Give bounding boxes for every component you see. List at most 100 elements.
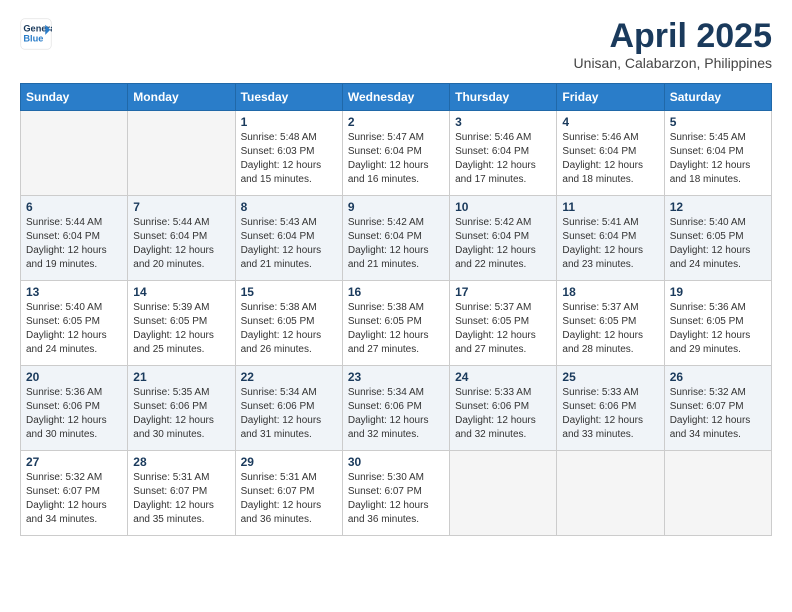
table-row: 27 Sunrise: 5:32 AMSunset: 6:07 PMDayligh… <box>21 451 128 536</box>
day-info: Sunrise: 5:32 AMSunset: 6:07 PMDaylight:… <box>670 386 766 442</box>
day-info: Sunrise: 5:42 AMSunset: 6:04 PMDaylight:… <box>455 216 551 272</box>
table-row: 26 Sunrise: 5:32 AMSunset: 6:07 PMDayligh… <box>664 366 771 451</box>
day-number: 28 <box>133 455 229 469</box>
day-number: 23 <box>348 370 444 384</box>
day-number: 10 <box>455 200 551 214</box>
table-row: 7Sunrise: 5:44 AMSunset: 6:04 PMDaylight… <box>128 196 235 281</box>
col-wednesday: Wednesday <box>342 84 449 111</box>
table-row: 30 Sunrise: 5:30 AMSunset: 6:07 PMDayligh… <box>342 451 449 536</box>
day-info: Sunrise: 5:42 AMSunset: 6:04 PMDaylight:… <box>348 216 444 272</box>
day-info: Sunrise: 5:34 AMSunset: 6:06 PMDaylight:… <box>348 386 444 442</box>
title-block: April 2025 Unisan, Calabarzon, Philippin… <box>574 18 772 71</box>
day-info: Sunrise: 5:30 AMSunset: 6:07 PMDaylight:… <box>348 471 444 527</box>
location-subtitle: Unisan, Calabarzon, Philippines <box>574 55 772 71</box>
table-row: 6 Sunrise: 5:44 AMSunset: 6:04 PMDaylight… <box>21 196 128 281</box>
table-row: 12 Sunrise: 5:40 AMSunset: 6:05 PMDayligh… <box>664 196 771 281</box>
day-number: 30 <box>348 455 444 469</box>
day-number: 26 <box>670 370 766 384</box>
table-row: 10 Sunrise: 5:42 AMSunset: 6:04 PMDayligh… <box>450 196 557 281</box>
calendar-week-row: 1 Sunrise: 5:48 AMSunset: 6:03 PMDaylight… <box>21 111 772 196</box>
day-info: Sunrise: 5:45 AMSunset: 6:04 PMDaylight:… <box>670 131 766 187</box>
day-info: Sunrise: 5:32 AMSunset: 6:07 PMDaylight:… <box>26 471 122 527</box>
day-info: Sunrise: 5:36 AMSunset: 6:06 PMDaylight:… <box>26 386 122 442</box>
table-row: 28Sunrise: 5:31 AMSunset: 6:07 PMDayligh… <box>128 451 235 536</box>
table-row: 21 Sunrise: 5:35 AMSunset: 6:06 PMDayligh… <box>128 366 235 451</box>
svg-text:Blue: Blue <box>23 34 43 44</box>
month-title: April 2025 <box>574 18 772 55</box>
table-row: 17Sunrise: 5:37 AMSunset: 6:05 PMDayligh… <box>450 281 557 366</box>
day-info: Sunrise: 5:48 AMSunset: 6:03 PMDaylight:… <box>241 131 337 187</box>
day-info: Sunrise: 5:44 AMSunset: 6:04 PMDaylight:… <box>26 216 122 272</box>
table-row: 3Sunrise: 5:46 AMSunset: 6:04 PMDaylight… <box>450 111 557 196</box>
page-header: General Blue April 2025 Unisan, Calabarz… <box>20 18 772 71</box>
table-row: 16 Sunrise: 5:38 AMSunset: 6:05 PMDayligh… <box>342 281 449 366</box>
day-number: 12 <box>670 200 766 214</box>
day-number: 14 <box>133 285 229 299</box>
table-row <box>557 451 664 536</box>
day-number: 25 <box>562 370 658 384</box>
day-number: 16 <box>348 285 444 299</box>
day-number: 13 <box>26 285 122 299</box>
day-number: 19 <box>670 285 766 299</box>
day-number: 15 <box>241 285 337 299</box>
day-info: Sunrise: 5:46 AMSunset: 6:04 PMDaylight:… <box>455 131 551 187</box>
day-number: 20 <box>26 370 122 384</box>
col-sunday: Sunday <box>21 84 128 111</box>
table-row: 11 Sunrise: 5:41 AMSunset: 6:04 PMDayligh… <box>557 196 664 281</box>
col-thursday: Thursday <box>450 84 557 111</box>
day-info: Sunrise: 5:39 AMSunset: 6:05 PMDaylight:… <box>133 301 229 357</box>
table-row: 2 Sunrise: 5:47 AMSunset: 6:04 PMDaylight… <box>342 111 449 196</box>
day-number: 1 <box>241 115 337 129</box>
day-number: 22 <box>241 370 337 384</box>
col-saturday: Saturday <box>664 84 771 111</box>
table-row: 5Sunrise: 5:45 AMSunset: 6:04 PMDaylight… <box>664 111 771 196</box>
calendar-week-row: 6 Sunrise: 5:44 AMSunset: 6:04 PMDaylight… <box>21 196 772 281</box>
table-row: 23 Sunrise: 5:34 AMSunset: 6:06 PMDayligh… <box>342 366 449 451</box>
table-row: 4 Sunrise: 5:46 AMSunset: 6:04 PMDaylight… <box>557 111 664 196</box>
day-info: Sunrise: 5:47 AMSunset: 6:04 PMDaylight:… <box>348 131 444 187</box>
day-info: Sunrise: 5:38 AMSunset: 6:05 PMDaylight:… <box>241 301 337 357</box>
table-row: 1 Sunrise: 5:48 AMSunset: 6:03 PMDaylight… <box>235 111 342 196</box>
logo-icon: General Blue <box>20 18 52 50</box>
day-info: Sunrise: 5:33 AMSunset: 6:06 PMDaylight:… <box>562 386 658 442</box>
day-info: Sunrise: 5:33 AMSunset: 6:06 PMDaylight:… <box>455 386 551 442</box>
day-number: 11 <box>562 200 658 214</box>
table-row: 20 Sunrise: 5:36 AMSunset: 6:06 PMDayligh… <box>21 366 128 451</box>
calendar-week-row: 13 Sunrise: 5:40 AMSunset: 6:05 PMDayligh… <box>21 281 772 366</box>
calendar-header-row: Sunday Monday Tuesday Wednesday Thursday… <box>21 84 772 111</box>
calendar-week-row: 20 Sunrise: 5:36 AMSunset: 6:06 PMDayligh… <box>21 366 772 451</box>
day-number: 18 <box>562 285 658 299</box>
table-row: 24 Sunrise: 5:33 AMSunset: 6:06 PMDayligh… <box>450 366 557 451</box>
table-row <box>128 111 235 196</box>
logo: General Blue <box>20 18 52 50</box>
table-row: 13 Sunrise: 5:40 AMSunset: 6:05 PMDayligh… <box>21 281 128 366</box>
day-number: 24 <box>455 370 551 384</box>
calendar-week-row: 27 Sunrise: 5:32 AMSunset: 6:07 PMDayligh… <box>21 451 772 536</box>
table-row <box>450 451 557 536</box>
day-number: 17 <box>455 285 551 299</box>
day-number: 21 <box>133 370 229 384</box>
day-number: 6 <box>26 200 122 214</box>
day-info: Sunrise: 5:41 AMSunset: 6:04 PMDaylight:… <box>562 216 658 272</box>
day-info: Sunrise: 5:40 AMSunset: 6:05 PMDaylight:… <box>670 216 766 272</box>
table-row: 8Sunrise: 5:43 AMSunset: 6:04 PMDaylight… <box>235 196 342 281</box>
day-info: Sunrise: 5:35 AMSunset: 6:06 PMDaylight:… <box>133 386 229 442</box>
table-row: 18Sunrise: 5:37 AMSunset: 6:05 PMDayligh… <box>557 281 664 366</box>
table-row: 29Sunrise: 5:31 AMSunset: 6:07 PMDayligh… <box>235 451 342 536</box>
table-row: 22Sunrise: 5:34 AMSunset: 6:06 PMDayligh… <box>235 366 342 451</box>
day-number: 29 <box>241 455 337 469</box>
day-info: Sunrise: 5:38 AMSunset: 6:05 PMDaylight:… <box>348 301 444 357</box>
day-info: Sunrise: 5:40 AMSunset: 6:05 PMDaylight:… <box>26 301 122 357</box>
day-info: Sunrise: 5:46 AMSunset: 6:04 PMDaylight:… <box>562 131 658 187</box>
day-number: 2 <box>348 115 444 129</box>
day-info: Sunrise: 5:36 AMSunset: 6:05 PMDaylight:… <box>670 301 766 357</box>
day-number: 9 <box>348 200 444 214</box>
day-number: 4 <box>562 115 658 129</box>
col-tuesday: Tuesday <box>235 84 342 111</box>
day-number: 27 <box>26 455 122 469</box>
table-row: 9 Sunrise: 5:42 AMSunset: 6:04 PMDaylight… <box>342 196 449 281</box>
table-row: 19 Sunrise: 5:36 AMSunset: 6:05 PMDayligh… <box>664 281 771 366</box>
col-monday: Monday <box>128 84 235 111</box>
col-friday: Friday <box>557 84 664 111</box>
table-row <box>664 451 771 536</box>
